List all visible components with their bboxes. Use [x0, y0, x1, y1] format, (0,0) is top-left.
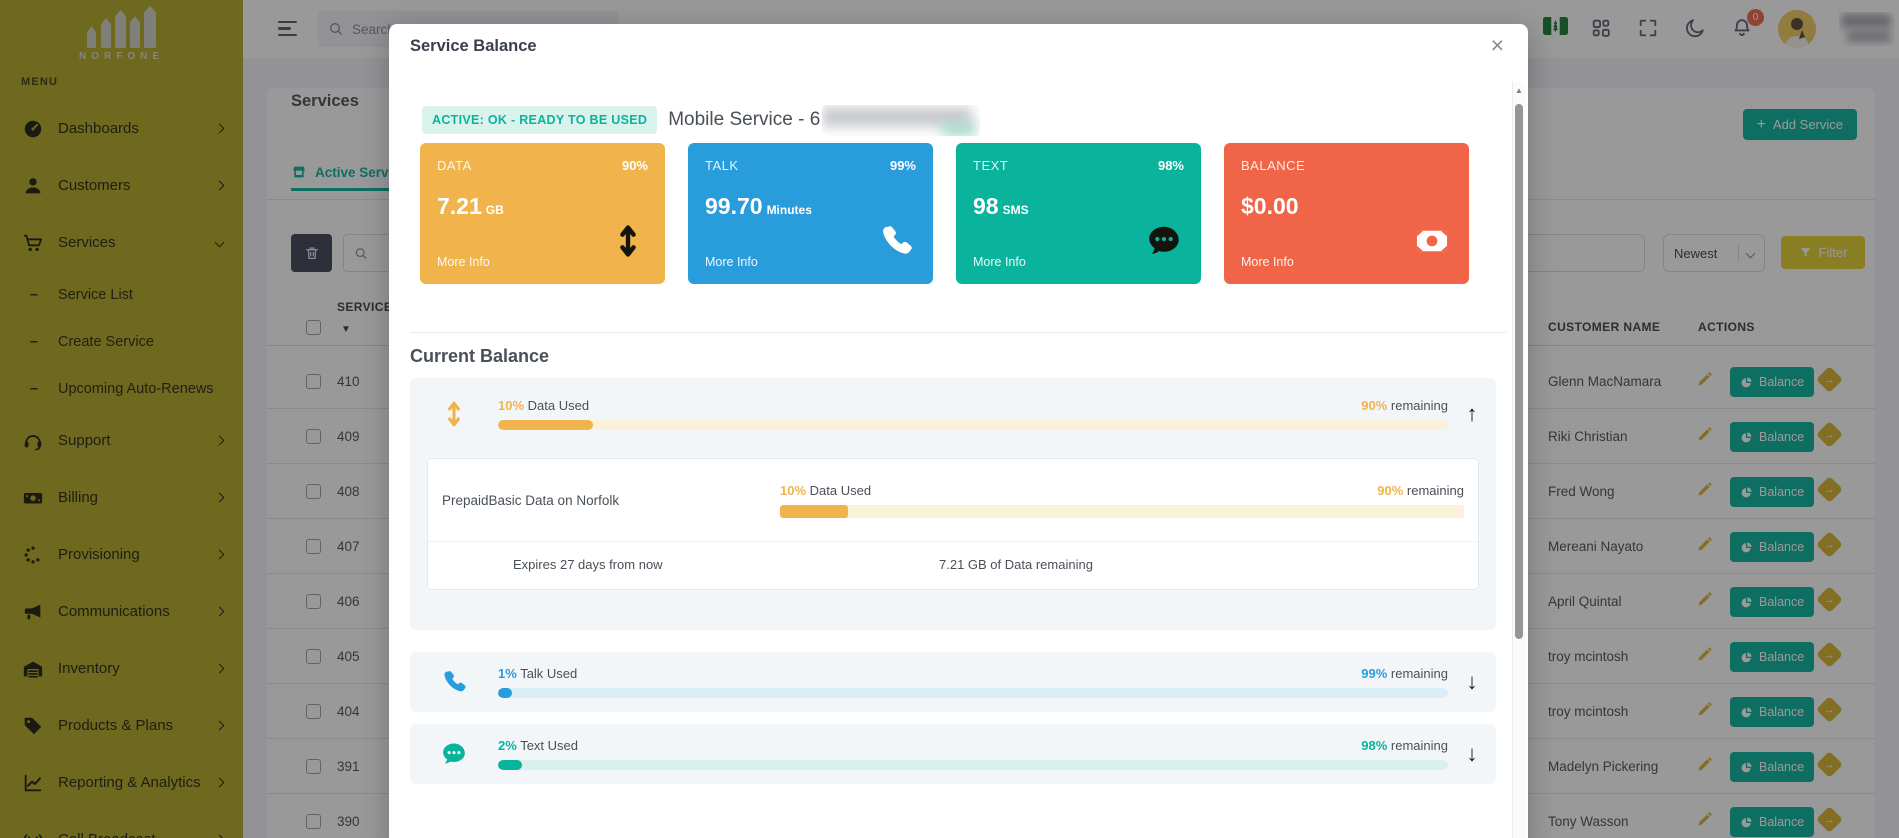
- used-label: Data Used: [528, 398, 589, 413]
- data-plan-detail-card: PrepaidBasic Data on Norfolk 10% Data Us…: [427, 458, 1479, 590]
- chat-bubble-icon: [440, 740, 468, 768]
- card-label: DATA: [437, 158, 472, 173]
- scrollbar-thumb[interactable]: [1515, 104, 1523, 639]
- modal-title: Service Balance: [410, 37, 537, 56]
- used-label: Talk Used: [520, 666, 577, 681]
- remaining-percent: 99%: [1361, 666, 1387, 681]
- used-percent: 2%: [498, 738, 517, 753]
- card-label: BALANCE: [1241, 158, 1305, 173]
- redacted-service-number: [822, 105, 980, 136]
- card-percent: 98%: [1158, 158, 1184, 173]
- talk-usage-card: TALK 99% 99.70 Minutes More Info: [688, 143, 933, 284]
- card-unit: Minutes: [767, 203, 812, 217]
- data-progress-bar: [498, 420, 1448, 430]
- balance-card: BALANCE $0.00 More Info: [1224, 143, 1469, 284]
- remaining-label: remaining: [1391, 666, 1448, 681]
- more-info-link[interactable]: More Info: [437, 255, 490, 269]
- text-usage-card: TEXT 98% 98 SMS More Info: [956, 143, 1201, 284]
- remaining-label: remaining: [1391, 398, 1448, 413]
- card-label: TEXT: [973, 158, 1008, 173]
- talk-progress-bar: [498, 688, 1448, 698]
- card-value: $0.00: [1241, 193, 1299, 219]
- arrows-vertical-icon: [439, 399, 469, 429]
- service-balance-modal: Service Balance × ACTIVE: OK - READY TO …: [389, 24, 1528, 838]
- used-percent: 10%: [498, 398, 524, 413]
- scrollbar-up-arrow-icon[interactable]: ▲: [1515, 86, 1523, 95]
- money-icon: [1413, 222, 1451, 260]
- talk-usage-summary-row[interactable]: 1% Talk Used 99% remaining ↓: [410, 652, 1496, 712]
- plan-progress-bar: [780, 505, 1464, 518]
- card-unit: SMS: [1003, 203, 1029, 217]
- more-info-link[interactable]: More Info: [705, 255, 758, 269]
- used-label: Text Used: [520, 738, 578, 753]
- plan-remaining: 7.21 GB of Data remaining: [939, 557, 1093, 572]
- service-title: Mobile Service - 6: [668, 109, 820, 131]
- card-unit: GB: [486, 203, 504, 217]
- data-usage-summary-row[interactable]: 10% Data Used 90% remaining ↑: [410, 378, 1496, 450]
- remaining-percent: 90%: [1361, 398, 1387, 413]
- card-percent: 90%: [622, 158, 648, 173]
- used-percent: 10%: [780, 483, 806, 498]
- divider: [410, 332, 1507, 333]
- card-value: 7.21: [437, 193, 482, 219]
- plan-expiry: Expires 27 days from now: [513, 557, 663, 572]
- used-label: Data Used: [810, 483, 871, 498]
- text-progress-bar: [498, 760, 1448, 770]
- remaining-percent: 90%: [1377, 483, 1403, 498]
- data-usage-card: DATA 90% 7.21 GB More Info: [420, 143, 665, 284]
- text-usage-panel: 2% Text Used 98% remaining ↓: [410, 724, 1496, 784]
- chat-bubble-icon: [1145, 222, 1183, 260]
- more-info-link[interactable]: More Info: [1241, 255, 1294, 269]
- collapse-arrow-icon[interactable]: ↑: [1448, 401, 1496, 427]
- current-balance-heading: Current Balance: [410, 346, 549, 367]
- remaining-percent: 98%: [1361, 738, 1387, 753]
- modal-scrollbar[interactable]: ▲: [1512, 82, 1525, 838]
- close-icon[interactable]: ×: [1491, 34, 1504, 57]
- arrows-vertical-icon: [609, 222, 647, 260]
- card-label: TALK: [705, 158, 739, 173]
- phone-icon: [877, 222, 915, 260]
- plan-name: PrepaidBasic Data on Norfolk: [428, 493, 780, 508]
- remaining-label: remaining: [1407, 483, 1464, 498]
- expand-arrow-icon[interactable]: ↓: [1448, 669, 1496, 695]
- phone-icon: [440, 668, 468, 696]
- card-value: 98: [973, 193, 999, 219]
- talk-usage-panel: 1% Talk Used 99% remaining ↓: [410, 652, 1496, 712]
- used-percent: 1%: [498, 666, 517, 681]
- card-value: 99.70: [705, 193, 763, 219]
- expand-arrow-icon[interactable]: ↓: [1448, 741, 1496, 767]
- text-usage-summary-row[interactable]: 2% Text Used 98% remaining ↓: [410, 724, 1496, 784]
- data-usage-panel: 10% Data Used 90% remaining ↑ PrepaidBas…: [410, 378, 1496, 630]
- more-info-link[interactable]: More Info: [973, 255, 1026, 269]
- remaining-label: remaining: [1391, 738, 1448, 753]
- status-badge: ACTIVE: OK - READY TO BE USED: [422, 106, 657, 134]
- card-percent: 99%: [890, 158, 916, 173]
